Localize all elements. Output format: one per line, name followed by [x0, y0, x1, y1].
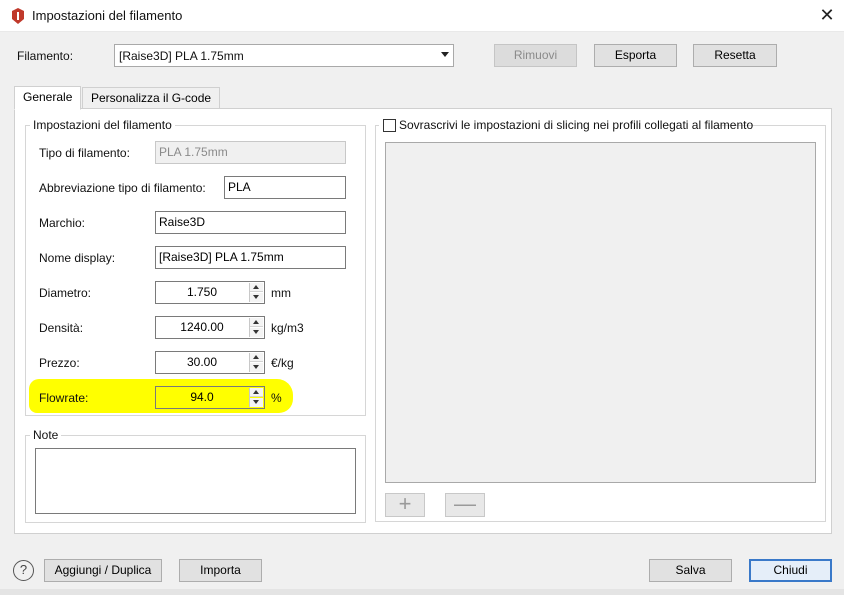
- spin-up-icon[interactable]: [250, 388, 263, 397]
- import-button[interactable]: Importa: [179, 559, 262, 582]
- price-spinbox[interactable]: 30.00: [155, 351, 265, 374]
- spin-up-icon[interactable]: [250, 353, 263, 362]
- spin-down-icon[interactable]: [250, 398, 263, 407]
- density-value: 1240.00: [180, 320, 224, 334]
- filament-select-value: [Raise3D] PLA 1.75mm: [119, 49, 244, 63]
- filament-select[interactable]: [Raise3D] PLA 1.75mm: [114, 44, 454, 67]
- override-checkbox-label: Sovrascrivi le impostazioni di slicing n…: [399, 118, 754, 132]
- override-checkbox[interactable]: [383, 119, 396, 132]
- diameter-spinbox[interactable]: 1.750: [155, 281, 265, 304]
- price-value: 30.00: [186, 355, 218, 369]
- filament-type-label: Tipo di filamento:: [39, 146, 130, 160]
- spin-up-icon[interactable]: [250, 283, 263, 292]
- density-label: Densità:: [39, 321, 84, 335]
- close-button[interactable]: Chiudi: [749, 559, 832, 582]
- bottom-strip: [0, 589, 844, 595]
- profiles-list[interactable]: [385, 142, 816, 483]
- tab-custom-gcode[interactable]: Personalizza il G-code: [82, 87, 221, 109]
- save-button[interactable]: Salva: [649, 559, 732, 582]
- display-name-label: Nome display:: [39, 251, 116, 265]
- price-label: Prezzo:: [39, 356, 80, 370]
- brand-label: Marchio:: [39, 216, 86, 230]
- density-unit: kg/m3: [271, 321, 304, 335]
- abbreviation-field[interactable]: PLA: [224, 176, 346, 199]
- title-bar: Impostazioni del filamento ✕: [0, 0, 844, 32]
- spin-down-icon[interactable]: [250, 363, 263, 372]
- abbreviation-label: Abbreviazione tipo di filamento:: [39, 181, 206, 195]
- flowrate-spinbox[interactable]: 94.0: [155, 386, 265, 409]
- diameter-value: 1.750: [186, 285, 218, 299]
- display-name-field[interactable]: [Raise3D] PLA 1.75mm: [155, 246, 346, 269]
- flowrate-label: Flowrate:: [39, 391, 89, 405]
- close-icon[interactable]: ✕: [812, 4, 842, 28]
- flowrate-value: 94.0: [190, 390, 214, 404]
- dropdown-arrow-icon: [441, 52, 449, 57]
- spin-down-icon[interactable]: [250, 293, 263, 302]
- reset-button[interactable]: Resetta: [693, 44, 777, 67]
- notes-textarea[interactable]: [35, 448, 356, 514]
- add-duplicate-button[interactable]: Aggiungi / Duplica: [44, 559, 162, 582]
- plus-icon[interactable]: +: [385, 493, 425, 517]
- notes-title: Note: [30, 428, 62, 442]
- app-logo-icon: [12, 8, 24, 24]
- window-title: Impostazioni del filamento: [32, 8, 183, 23]
- diameter-label: Diametro:: [39, 286, 92, 300]
- export-button[interactable]: Esporta: [594, 44, 677, 67]
- flowrate-unit: %: [271, 391, 282, 405]
- filament-settings-title: Impostazioni del filamento: [30, 118, 175, 132]
- density-spinbox[interactable]: 1240.00: [155, 316, 265, 339]
- tab-general[interactable]: Generale: [14, 86, 82, 110]
- remove-button[interactable]: Rimuovi: [494, 44, 577, 67]
- spin-down-icon[interactable]: [250, 328, 263, 337]
- help-icon[interactable]: ?: [13, 560, 34, 581]
- filament-type-field: PLA 1.75mm: [155, 141, 346, 164]
- filament-label: Filamento:: [17, 49, 74, 63]
- diameter-unit: mm: [271, 286, 291, 300]
- spin-up-icon[interactable]: [250, 318, 263, 327]
- brand-field[interactable]: Raise3D: [155, 211, 346, 234]
- price-unit: €/kg: [271, 356, 294, 370]
- minus-icon[interactable]: —: [445, 493, 485, 517]
